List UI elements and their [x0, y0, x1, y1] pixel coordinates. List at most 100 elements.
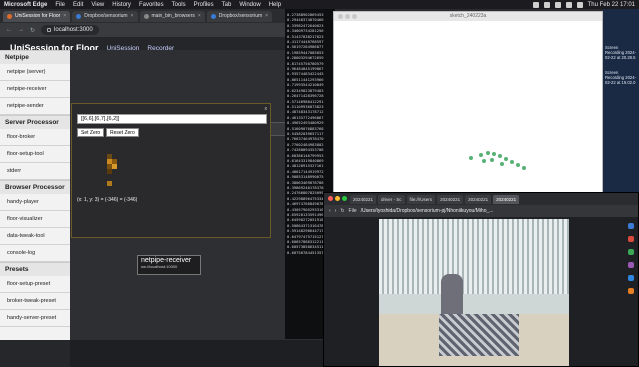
- menu-tools[interactable]: Tools: [172, 2, 186, 8]
- receiver-title: netpipe-receiver: [141, 257, 192, 264]
- video-tab-bar: 20240221 driver - Sc file:///Users 20240…: [324, 193, 638, 205]
- sidebar-item-netpipe-server[interactable]: netpipe (server): [0, 64, 70, 81]
- status-icon[interactable]: [532, 1, 539, 8]
- file-label: File: [348, 208, 357, 214]
- favicon-icon: [7, 13, 12, 19]
- menu-profiles[interactable]: Profiles: [194, 2, 214, 8]
- sidebar: Netpipe netpipe (server) netpipe-receive…: [0, 50, 70, 358]
- sidebar-item-broker-tweak-preset[interactable]: broker-tweak-preset: [0, 293, 70, 310]
- sidebar-icon[interactable]: [628, 236, 634, 242]
- reset-zero-button[interactable]: Reset Zero: [106, 128, 139, 137]
- browser-tab[interactable]: 20240221: [350, 194, 377, 204]
- sidebar-item-stderr[interactable]: stderr: [0, 163, 70, 180]
- menu-favorites[interactable]: Favorites: [139, 2, 164, 8]
- menu-history[interactable]: History: [112, 2, 131, 8]
- sidebar-item-floor-setup-tool[interactable]: floor-setup-tool: [0, 146, 70, 163]
- sidebar-item-netpipe-receiver[interactable]: netpipe-receiver: [0, 81, 70, 98]
- window-blinds: [379, 219, 569, 294]
- browser-tab[interactable]: 20240221: [493, 194, 520, 204]
- address-bar: ← → ↻ localhost:3000: [0, 23, 329, 37]
- section-server-processor: Server Processor: [0, 115, 70, 129]
- browser-tab[interactable]: driver - Sc: [378, 194, 405, 204]
- sidebar-item-data-tweak-tool[interactable]: data-tweak-tool: [0, 228, 70, 245]
- menu-help[interactable]: Help: [269, 2, 281, 8]
- browser-tab[interactable]: file:///Users: [406, 194, 436, 204]
- sketch-titlebar: sketch_240223a: [334, 12, 602, 21]
- close-tab-icon[interactable]: ×: [198, 13, 201, 19]
- app-menu[interactable]: Microsoft Edge: [4, 2, 47, 8]
- sidebar-icon[interactable]: [628, 262, 634, 268]
- blanket: [439, 314, 519, 356]
- reload-icon[interactable]: ↻: [30, 27, 35, 34]
- status-icons: Thu Feb 22 17:01: [532, 1, 635, 8]
- edge-side-toolbar: [626, 219, 636, 359]
- browser-tab[interactable]: Dropbox/sensorium ×: [72, 10, 138, 22]
- favicon-icon: [210, 13, 216, 19]
- receiver-url: ws://localhost:10000: [141, 264, 178, 269]
- menu-edit[interactable]: Edit: [73, 2, 83, 8]
- forward-icon[interactable]: ›: [335, 208, 337, 214]
- sidebar-item-handy-player[interactable]: handy-player: [0, 194, 70, 211]
- macos-menubar: Microsoft Edge File Edit View History Fa…: [0, 0, 639, 9]
- sidebar-item-floor-setup-preset[interactable]: floor-setup-preset: [0, 276, 70, 293]
- section-netpipe: Netpipe: [0, 50, 70, 64]
- status-icon[interactable]: [565, 1, 572, 8]
- close-icon[interactable]: x: [265, 106, 268, 112]
- wifi-icon[interactable]: [576, 1, 583, 8]
- video-player[interactable]: [379, 219, 569, 366]
- sidebar-icon[interactable]: [628, 288, 634, 294]
- forward-icon[interactable]: →: [18, 27, 24, 33]
- menu-tab[interactable]: Tab: [222, 2, 232, 8]
- clock[interactable]: Thu Feb 22 17:01: [588, 2, 635, 8]
- sensor-grid[interactable]: [102, 149, 128, 187]
- sidebar-icon[interactable]: [628, 223, 634, 229]
- menu-view[interactable]: View: [91, 2, 104, 8]
- sidebar-item-console-log[interactable]: console-log: [0, 245, 70, 262]
- sidebar-icon[interactable]: [628, 275, 634, 281]
- desktop-file[interactable]: Screen Recording 2024-02-22 at 19.02.0: [605, 70, 637, 85]
- favicon-icon: [143, 13, 149, 19]
- menu-window[interactable]: Window: [239, 2, 260, 8]
- netpipe-sender-panel[interactable]: x [[6,6],[6,7],[6,2]] Set Zero Reset Zer…: [71, 103, 271, 238]
- status-icon[interactable]: [543, 1, 550, 8]
- close-tab-icon[interactable]: ×: [131, 13, 134, 19]
- menu-file[interactable]: File: [55, 2, 65, 8]
- favicon-icon: [76, 13, 82, 19]
- sketch-title: sketch_240223a: [449, 13, 487, 19]
- status-icon[interactable]: [554, 1, 561, 8]
- sidebar-item-netpipe-sender[interactable]: netpipe-sender: [0, 98, 70, 115]
- window-controls[interactable]: [338, 14, 357, 19]
- video-address-bar: ‹ › ↻ File /Users/tyoshida/Dropbox/senso…: [324, 205, 638, 217]
- info-icon: [47, 28, 52, 32]
- video-browser-window: 20240221 driver - Sc file:///Users 20240…: [323, 192, 639, 367]
- reload-icon[interactable]: ↻: [340, 208, 344, 214]
- window-controls[interactable]: [328, 196, 347, 201]
- sidebar-icon[interactable]: [628, 249, 634, 255]
- section-presets: Presets: [0, 262, 70, 276]
- browser-tab[interactable]: main_bin_browsers ×: [139, 10, 205, 22]
- url-field[interactable]: localhost:3000: [41, 25, 99, 35]
- close-tab-icon[interactable]: ×: [265, 13, 268, 19]
- coordinate-readout: (x: 1, y: 3) = (-346) = (-346): [77, 197, 138, 203]
- close-tab-icon[interactable]: ×: [63, 13, 66, 19]
- sidebar-item-floor-broker[interactable]: floor-broker: [0, 129, 70, 146]
- sidebar-item-floor-visualizer[interactable]: floor-visualizer: [0, 211, 70, 228]
- tab-bar: UniSession for Floor × Dropbox/sensorium ×…: [0, 9, 329, 23]
- back-icon[interactable]: ←: [6, 27, 12, 33]
- layout-input[interactable]: [[6,6],[6,7],[6,2]]: [77, 114, 267, 124]
- sketch-canvas: [334, 21, 602, 193]
- set-zero-button[interactable]: Set Zero: [77, 128, 105, 137]
- netpipe-receiver-node[interactable]: netpipe-receiver ws://localhost:10000: [137, 255, 201, 275]
- back-icon[interactable]: ‹: [329, 208, 331, 214]
- browser-tab[interactable]: 20240221: [437, 194, 464, 204]
- section-browser-processor: Browser Processor: [0, 180, 70, 194]
- url-field[interactable]: /Users/tyoshida/Dropbox/sensorium-pj/Nho…: [361, 208, 494, 214]
- browser-tab[interactable]: Dropbox/sensorium ×: [206, 10, 273, 22]
- browser-tab[interactable]: 20240221: [465, 194, 492, 204]
- edge-footer: [0, 340, 70, 367]
- browser-tab[interactable]: UniSession for Floor ×: [3, 10, 71, 22]
- desktop-file[interactable]: Screen Recording 2024-02-22 at 20.28.5: [605, 45, 637, 60]
- sidebar-item-handy-server-preset[interactable]: handy-server-preset: [0, 310, 70, 327]
- sketch-window[interactable]: sketch_240223a: [333, 11, 603, 194]
- desktop-area: Screen Recording 2024-02-22 at 20.28.5 S…: [603, 9, 639, 194]
